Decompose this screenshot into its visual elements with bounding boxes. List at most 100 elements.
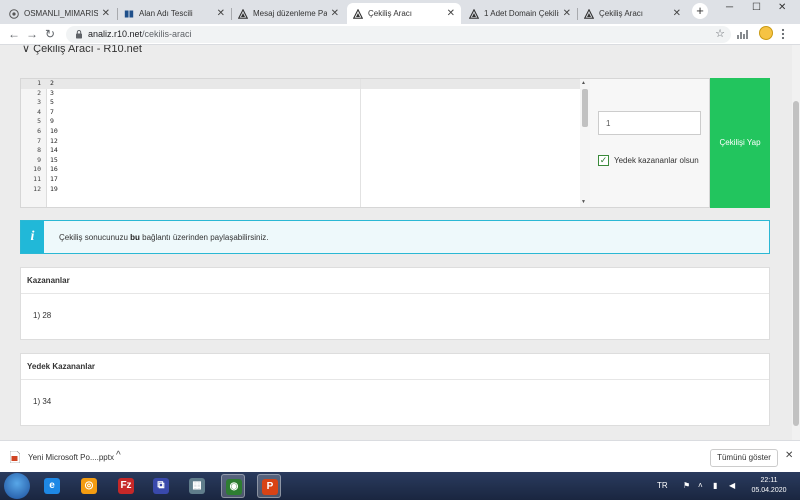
participant-entry: 12 — [50, 136, 58, 145]
backup-winners-card: Yedek Kazananlar 1) 34 — [20, 353, 770, 426]
network-icon[interactable]: ▮ — [713, 481, 717, 490]
book-icon — [124, 9, 134, 19]
filezilla-icon[interactable]: Fz — [114, 474, 138, 498]
editor-line[interactable]: 6 10 — [21, 127, 581, 137]
start-button-icon[interactable] — [4, 473, 30, 499]
backup-winners-title: Yedek Kazananlar — [21, 354, 769, 380]
minimize-icon[interactable]: ─ — [726, 2, 733, 13]
internet-explorer-icon[interactable]: e — [40, 474, 64, 498]
tab-close-icon[interactable]: ✕ — [102, 8, 110, 19]
browser-tab[interactable]: Alan Adı Tescili ✕ — [118, 3, 231, 24]
tab-title: Alan Adı Tescili — [139, 9, 193, 18]
r10-triangle-icon — [468, 8, 480, 19]
scroll-up-icon[interactable]: ▲ — [581, 80, 586, 86]
browser-tab[interactable]: OSMANLI_MIMARISINDI ✕ — [3, 3, 116, 24]
editor-print-margin — [360, 79, 361, 207]
windows-taskbar: TR ⚑ ˄ ▮ ◀ 22:11 05.04.2020 e ◎ Fz ⧉ ▦ ◉ P — [0, 472, 800, 500]
participant-entry: 9 — [50, 117, 54, 126]
winners-card: Kazananlar 1) 28 — [20, 267, 770, 340]
maximize-icon[interactable]: ☐ — [752, 2, 761, 13]
editor-line[interactable]: 10 16 — [21, 165, 581, 175]
editor-line[interactable]: 59 — [21, 117, 581, 127]
network-tool-icon[interactable]: ⧉ — [149, 474, 173, 498]
backup-winners-option[interactable]: ✓ Yedek kazananlar olsun — [598, 155, 699, 166]
share-link[interactable]: bu — [130, 233, 140, 242]
apps-circle-icon[interactable]: ◎ — [77, 474, 101, 498]
language-indicator[interactable]: TR — [657, 481, 668, 490]
tab-close-icon[interactable]: ✕ — [447, 8, 455, 19]
tab-close-icon[interactable]: ✕ — [331, 8, 339, 19]
tab-close-icon[interactable]: ✕ — [563, 8, 571, 19]
editor-line[interactable]: 23 — [21, 89, 581, 99]
draw-button[interactable]: Çekilişi Yap — [710, 78, 770, 208]
winner-item: 1) 28 — [33, 311, 52, 320]
participant-entry: 3 — [50, 88, 54, 97]
share-info-alert: i Çekiliş sonucunuzu bu bağlantı üzerind… — [20, 220, 770, 254]
editor-line[interactable]: 35 — [21, 98, 581, 108]
editor-line[interactable]: 12 — [21, 79, 581, 89]
analytics-extension-icon[interactable] — [737, 29, 748, 40]
editor-line[interactable]: 47 — [21, 108, 581, 118]
taskbar-app-glyph: ◎ — [81, 478, 97, 494]
new-tab-button[interactable]: + — [692, 3, 708, 19]
browser-tab[interactable]: Çekiliş Aracı ✕ — [347, 3, 461, 24]
close-download-bar-icon[interactable]: ✕ — [785, 450, 793, 461]
share-info-text: Çekiliş sonucunuzu bu bağlantı üzerinden… — [59, 233, 269, 242]
clock-time: 22:11 — [760, 477, 778, 484]
tab-close-icon[interactable]: ✕ — [217, 8, 225, 19]
reload-icon[interactable]: ↻ — [45, 27, 55, 41]
page-scroll-thumb[interactable] — [793, 101, 799, 426]
line-number: 5 — [37, 117, 41, 126]
url-text: analiz.r10.net/cekilis-araci — [88, 29, 192, 39]
participant-entry: 14 — [50, 146, 58, 155]
download-options-chevron-icon[interactable]: ^ — [116, 450, 121, 461]
forward-icon[interactable]: → — [26, 27, 38, 41]
chrome-icon[interactable]: ◉ — [221, 474, 245, 498]
line-number: 7 — [37, 136, 41, 145]
winner-count-input[interactable] — [598, 111, 701, 135]
back-icon[interactable]: ← — [8, 27, 20, 41]
participant-entry: 2 — [50, 79, 54, 87]
volume-icon[interactable]: ◀ — [729, 481, 735, 490]
bookmark-star-icon[interactable]: ☆ — [715, 27, 725, 40]
editor-line[interactable]: 9 15 — [21, 156, 581, 166]
browser-tab[interactable]: Çekiliş Aracı ✕ — [578, 3, 687, 24]
profile-avatar-icon[interactable] — [759, 26, 773, 40]
tab-close-icon[interactable]: ✕ — [673, 8, 681, 19]
editor-line[interactable]: 11 17 — [21, 175, 581, 185]
show-all-downloads-button[interactable]: Tümünü göster — [710, 449, 778, 467]
tray-flag-icon[interactable]: ⚑ — [683, 481, 690, 490]
clock-date: 05.04.2020 — [751, 487, 787, 494]
editor-line[interactable]: 8 14 — [21, 146, 581, 156]
editor-scrollbar[interactable]: ▲ ▼ — [580, 79, 590, 207]
download-bar: Yeni Microsoft Po....pptx ^ Tümünü göste… — [0, 440, 800, 472]
participant-list-editor[interactable]: 1 2 2 3 3 5 4 7 5 9 6 10 7 12 8 14 9 15 10 16 11 17 12 19 ▲ ▼ — [20, 78, 590, 208]
browser-tab[interactable]: Mesaj düzenleme Paneli ✕ — [232, 3, 345, 24]
download-file-name[interactable]: Yeni Microsoft Po....pptx — [28, 453, 114, 462]
calculator-icon[interactable]: ▦ — [185, 474, 209, 498]
backup-winners-checkbox[interactable]: ✓ — [598, 155, 609, 166]
scroll-down-icon[interactable]: ▼ — [581, 199, 586, 205]
browser-tab[interactable]: 1 Adet Domain Çekiliş | ✕ — [463, 3, 577, 24]
editor-line[interactable]: 7 12 — [21, 137, 581, 147]
r10-triangle-icon — [352, 8, 364, 19]
participant-entry: 5 — [50, 98, 54, 107]
taskbar-app-glyph: ⧉ — [153, 478, 169, 494]
winners-list: 1) 28 — [21, 294, 769, 339]
powerpoint-icon[interactable]: P — [257, 474, 281, 498]
tab-title: Çekiliş Aracı — [368, 9, 413, 18]
tray-chevron-icon[interactable]: ˄ — [698, 481, 703, 490]
participant-entry: 15 — [50, 155, 58, 164]
page-scrollbar[interactable] — [792, 45, 800, 440]
draw-settings-panel: ✓ Yedek kazananlar olsun — [590, 78, 710, 208]
system-clock[interactable]: 22:11 05.04.2020 — [750, 476, 788, 496]
menu-dots-icon[interactable] — [781, 28, 785, 40]
editor-scroll-thumb[interactable] — [582, 89, 588, 127]
line-number: 11 — [33, 174, 41, 183]
address-bar[interactable]: analiz.r10.net/cekilis-araci ☆ — [66, 26, 731, 43]
editor-line[interactable]: 12 19 — [21, 185, 581, 195]
tab-title: 1 Adet Domain Çekiliş | — [484, 9, 559, 18]
r10-triangle-icon — [583, 8, 595, 19]
window-close-icon[interactable]: ✕ — [778, 2, 786, 13]
line-number: 4 — [37, 107, 41, 116]
